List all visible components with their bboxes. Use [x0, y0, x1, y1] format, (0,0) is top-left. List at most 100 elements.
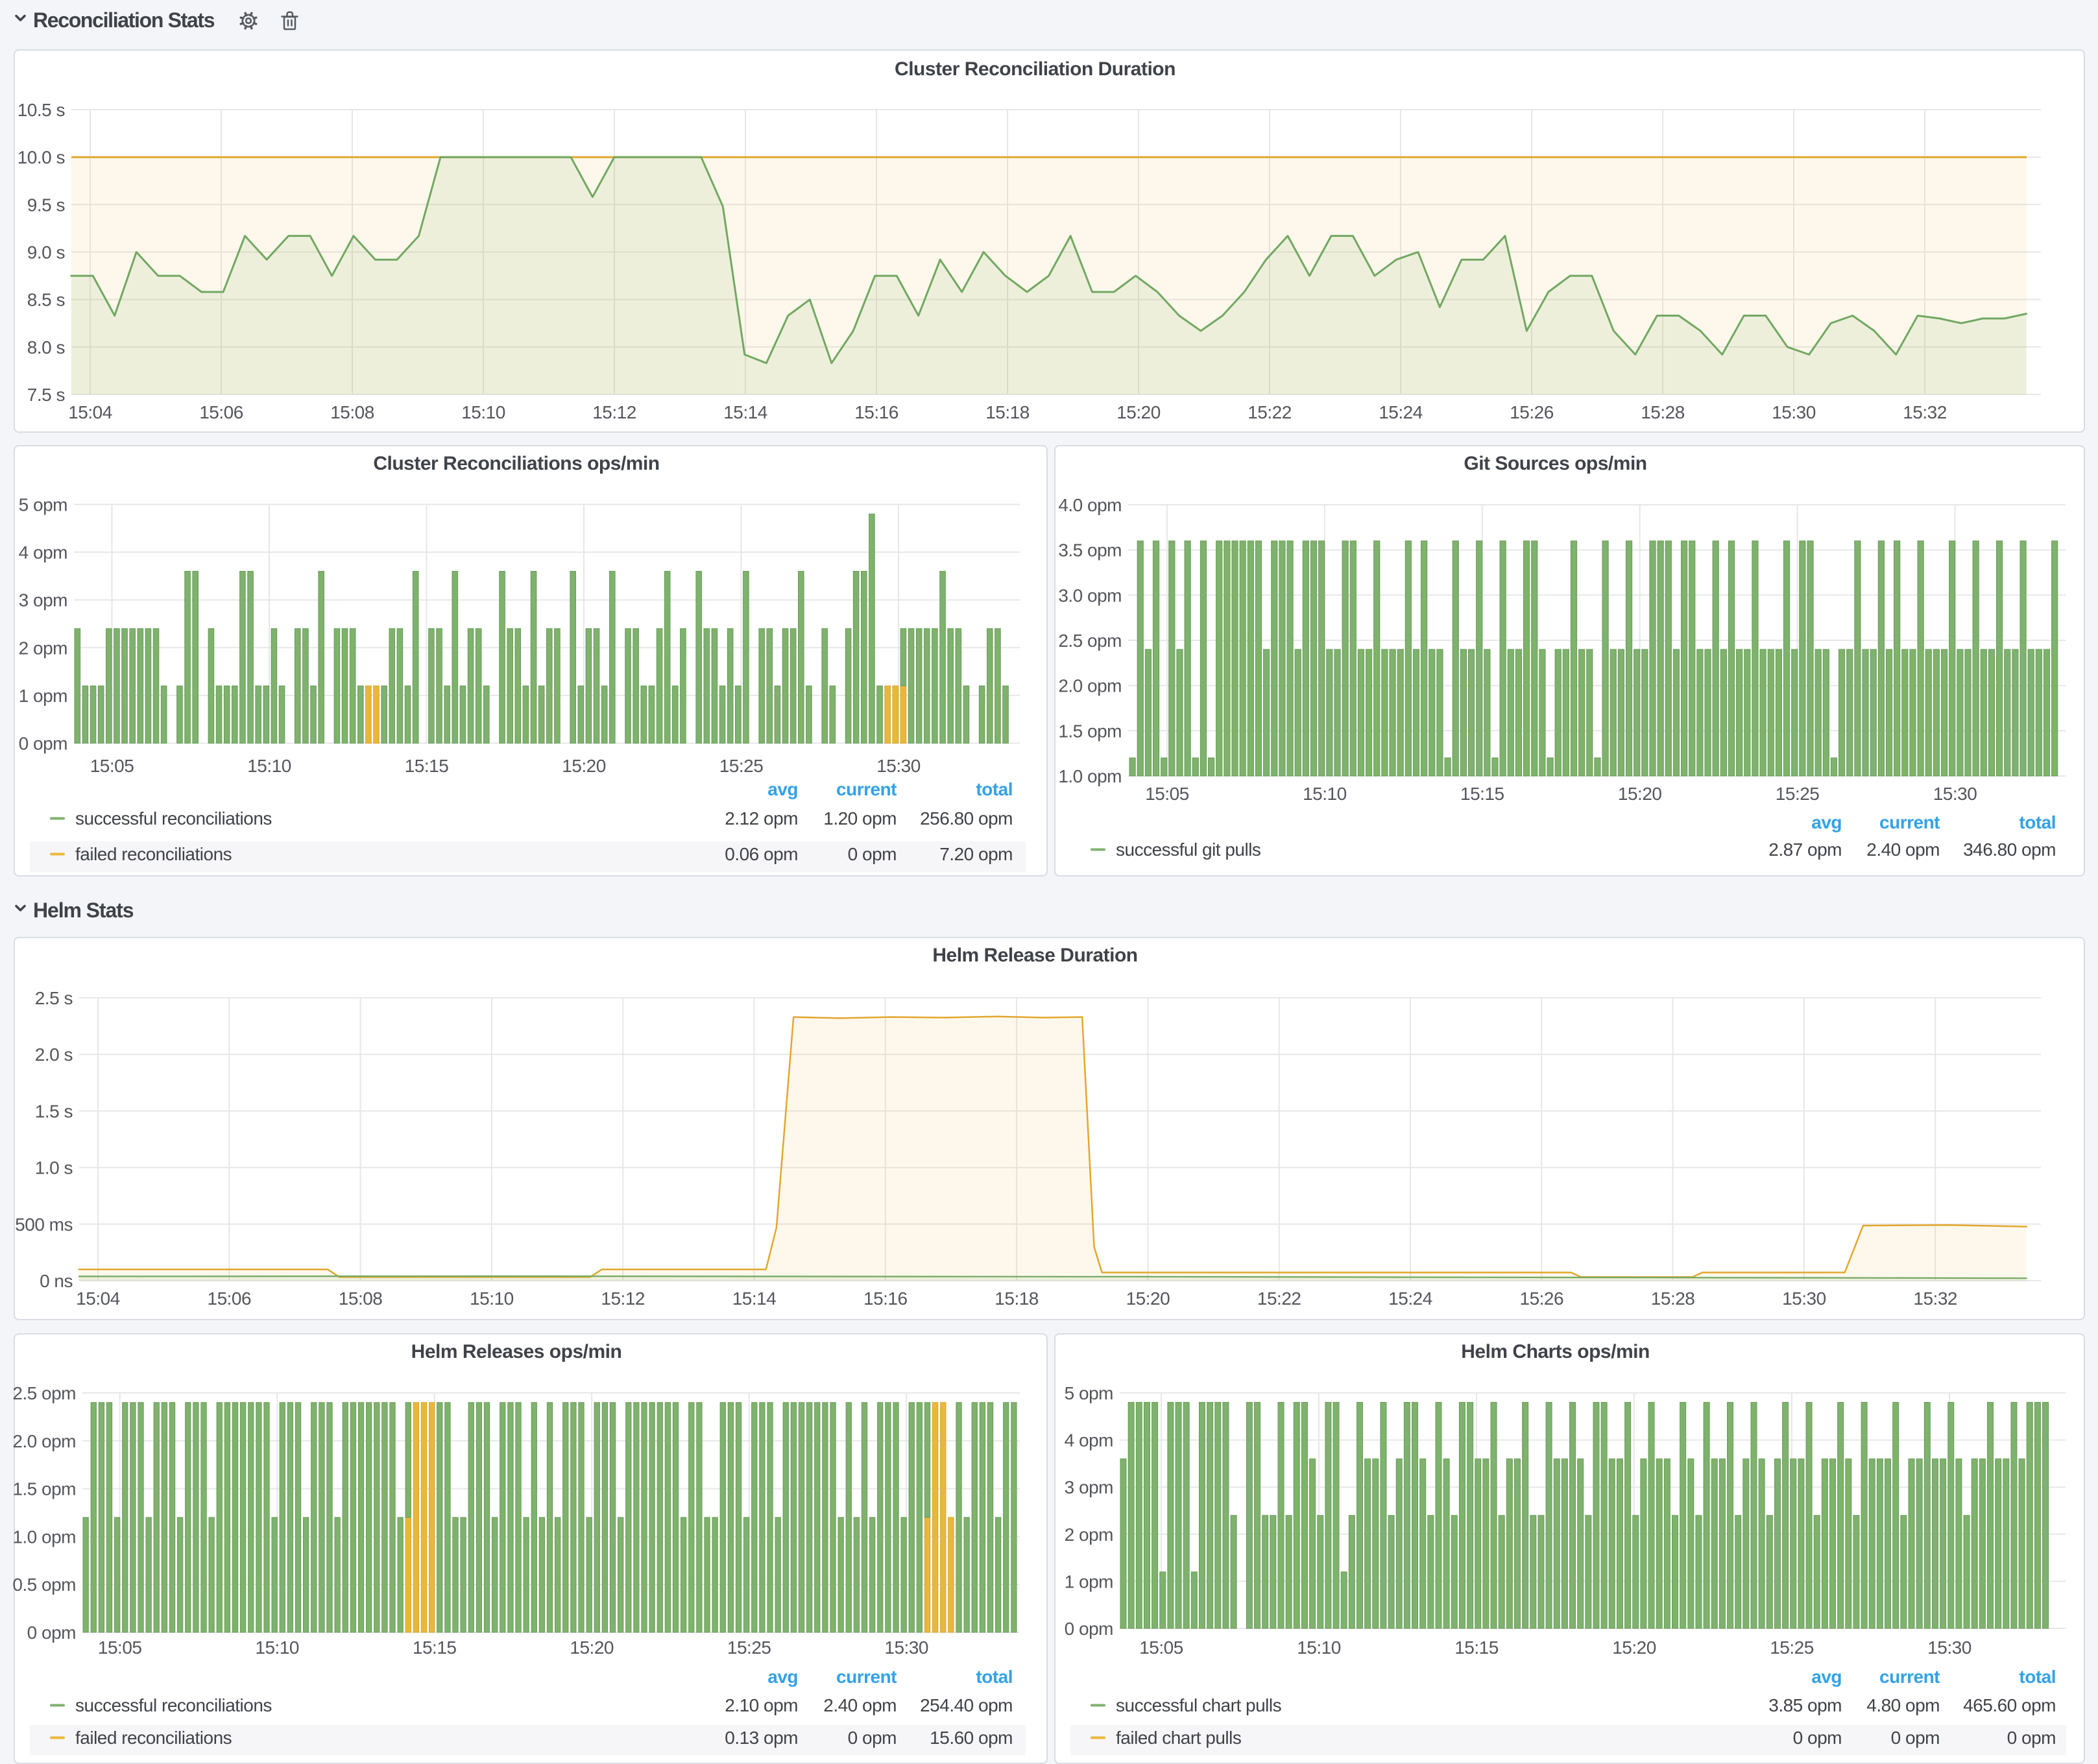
svg-text:2.10 opm: 2.10 opm [725, 1695, 798, 1715]
svg-text:15:15: 15:15 [413, 1637, 457, 1658]
svg-text:15:25: 15:25 [727, 1637, 771, 1658]
svg-text:15:20: 15:20 [1618, 784, 1662, 804]
svg-text:10.5 s: 10.5 s [18, 100, 65, 120]
svg-text:Cluster Reconciliation Duratio: Cluster Reconciliation Duration [895, 58, 1176, 80]
svg-text:total: total [976, 1667, 1013, 1687]
svg-text:15:04: 15:04 [76, 1288, 120, 1309]
svg-text:avg: avg [1811, 812, 1842, 832]
svg-text:15:25: 15:25 [1776, 784, 1820, 804]
svg-text:15:10: 15:10 [470, 1288, 514, 1309]
svg-text:346.80 opm: 346.80 opm [1963, 840, 2056, 860]
svg-text:0.13 opm: 0.13 opm [725, 1728, 798, 1748]
svg-text:0 opm: 0 opm [848, 1728, 897, 1748]
svg-text:15:10: 15:10 [255, 1637, 299, 1658]
svg-text:10.0 s: 10.0 s [18, 147, 65, 167]
svg-text:1 opm: 1 opm [19, 686, 67, 706]
svg-text:7.20 opm: 7.20 opm [939, 844, 1013, 864]
svg-text:15:16: 15:16 [854, 402, 898, 422]
svg-text:9.5 s: 9.5 s [27, 195, 65, 215]
svg-text:0 opm: 0 opm [2007, 1728, 2056, 1748]
svg-text:15:22: 15:22 [1248, 402, 1292, 422]
svg-text:15:26: 15:26 [1510, 402, 1554, 422]
svg-text:1.20 opm: 1.20 opm [823, 808, 897, 828]
svg-text:successful chart pulls: successful chart pulls [1116, 1695, 1281, 1715]
svg-text:5 opm: 5 opm [19, 495, 67, 515]
svg-text:15:24: 15:24 [1379, 402, 1423, 422]
svg-text:15:08: 15:08 [330, 402, 374, 422]
svg-text:0 opm: 0 opm [19, 734, 67, 754]
svg-text:15:10: 15:10 [1303, 784, 1347, 804]
svg-text:3.0 opm: 3.0 opm [1058, 585, 1122, 605]
svg-text:avg: avg [767, 1667, 798, 1687]
svg-text:1.0 opm: 1.0 opm [1058, 766, 1122, 786]
svg-text:15:10: 15:10 [461, 402, 505, 422]
svg-text:4 opm: 4 opm [19, 542, 67, 562]
svg-text:0.06 opm: 0.06 opm [725, 844, 798, 864]
svg-text:15:12: 15:12 [601, 1288, 645, 1309]
svg-text:15:10: 15:10 [247, 756, 291, 776]
svg-text:2.0 opm: 2.0 opm [1058, 676, 1122, 696]
svg-text:3.85 opm: 3.85 opm [1768, 1695, 1842, 1715]
svg-text:15:25: 15:25 [1770, 1637, 1814, 1658]
svg-text:8.5 s: 8.5 s [27, 290, 65, 310]
svg-text:15:05: 15:05 [1139, 1637, 1183, 1658]
svg-text:0 opm: 0 opm [1065, 1619, 1113, 1639]
svg-text:15.60 opm: 15.60 opm [930, 1728, 1013, 1748]
svg-text:15:28: 15:28 [1651, 1288, 1695, 1309]
svg-text:15:30: 15:30 [1782, 1288, 1826, 1309]
svg-text:15:20: 15:20 [1612, 1637, 1656, 1658]
svg-text:total: total [2019, 812, 2056, 832]
svg-text:15:18: 15:18 [995, 1288, 1039, 1309]
svg-text:0 opm: 0 opm [1793, 1728, 1842, 1748]
svg-text:15:06: 15:06 [199, 402, 243, 422]
svg-text:15:30: 15:30 [884, 1637, 928, 1658]
svg-text:successful reconciliations: successful reconciliations [75, 808, 272, 828]
svg-text:3 opm: 3 opm [19, 590, 67, 610]
svg-text:2.0 s: 2.0 s [35, 1045, 73, 1065]
svg-text:15:20: 15:20 [562, 756, 606, 776]
svg-text:15:20: 15:20 [570, 1637, 614, 1658]
svg-text:5 opm: 5 opm [1065, 1383, 1113, 1403]
svg-text:15:32: 15:32 [1903, 402, 1947, 422]
svg-text:1.5 opm: 1.5 opm [1058, 721, 1122, 741]
svg-text:failed reconciliations: failed reconciliations [75, 1728, 232, 1748]
svg-text:2 opm: 2 opm [1065, 1525, 1113, 1545]
svg-text:15:04: 15:04 [68, 402, 112, 422]
svg-text:500 ms: 500 ms [15, 1214, 73, 1235]
svg-text:Helm Charts ops/min: Helm Charts ops/min [1461, 1341, 1650, 1362]
svg-text:15:26: 15:26 [1520, 1288, 1564, 1309]
svg-text:465.60 opm: 465.60 opm [1963, 1695, 2056, 1715]
svg-text:Helm Release Duration: Helm Release Duration [932, 945, 1137, 966]
svg-text:15:18: 15:18 [985, 402, 1030, 422]
svg-text:15:08: 15:08 [339, 1288, 383, 1309]
svg-text:15:15: 15:15 [405, 756, 449, 776]
svg-text:15:30: 15:30 [1927, 1637, 1971, 1658]
svg-text:current: current [1879, 1667, 1940, 1687]
svg-text:avg: avg [767, 779, 798, 799]
svg-text:15:20: 15:20 [1116, 402, 1161, 422]
svg-text:0.5 opm: 0.5 opm [12, 1575, 76, 1595]
svg-text:1.5 opm: 1.5 opm [12, 1479, 76, 1499]
svg-text:9.0 s: 9.0 s [27, 243, 65, 263]
svg-text:2.87 opm: 2.87 opm [1768, 840, 1842, 860]
svg-text:Helm Releases ops/min: Helm Releases ops/min [411, 1341, 622, 1362]
svg-text:current: current [836, 1667, 897, 1687]
svg-text:4.80 opm: 4.80 opm [1866, 1695, 1940, 1715]
svg-text:2.40 opm: 2.40 opm [1866, 840, 1940, 860]
svg-text:Git Sources ops/min: Git Sources ops/min [1464, 453, 1646, 474]
svg-text:current: current [836, 779, 897, 799]
svg-text:2.12 opm: 2.12 opm [725, 808, 798, 828]
svg-text:15:22: 15:22 [1257, 1288, 1301, 1309]
svg-text:15:30: 15:30 [1772, 402, 1816, 422]
svg-text:15:30: 15:30 [1933, 784, 1977, 804]
svg-text:4 opm: 4 opm [1065, 1431, 1113, 1451]
svg-text:Cluster Reconciliations ops/mi: Cluster Reconciliations ops/min [373, 453, 659, 474]
svg-text:2.5 opm: 2.5 opm [12, 1383, 76, 1403]
svg-text:2.0 opm: 2.0 opm [12, 1431, 76, 1451]
svg-text:15:05: 15:05 [1145, 784, 1189, 804]
svg-text:1 opm: 1 opm [1065, 1571, 1113, 1591]
svg-text:254.40 opm: 254.40 opm [920, 1695, 1013, 1715]
svg-text:4.0 opm: 4.0 opm [1058, 495, 1122, 515]
svg-text:0 opm: 0 opm [27, 1623, 76, 1643]
svg-text:0 ns: 0 ns [40, 1271, 73, 1291]
